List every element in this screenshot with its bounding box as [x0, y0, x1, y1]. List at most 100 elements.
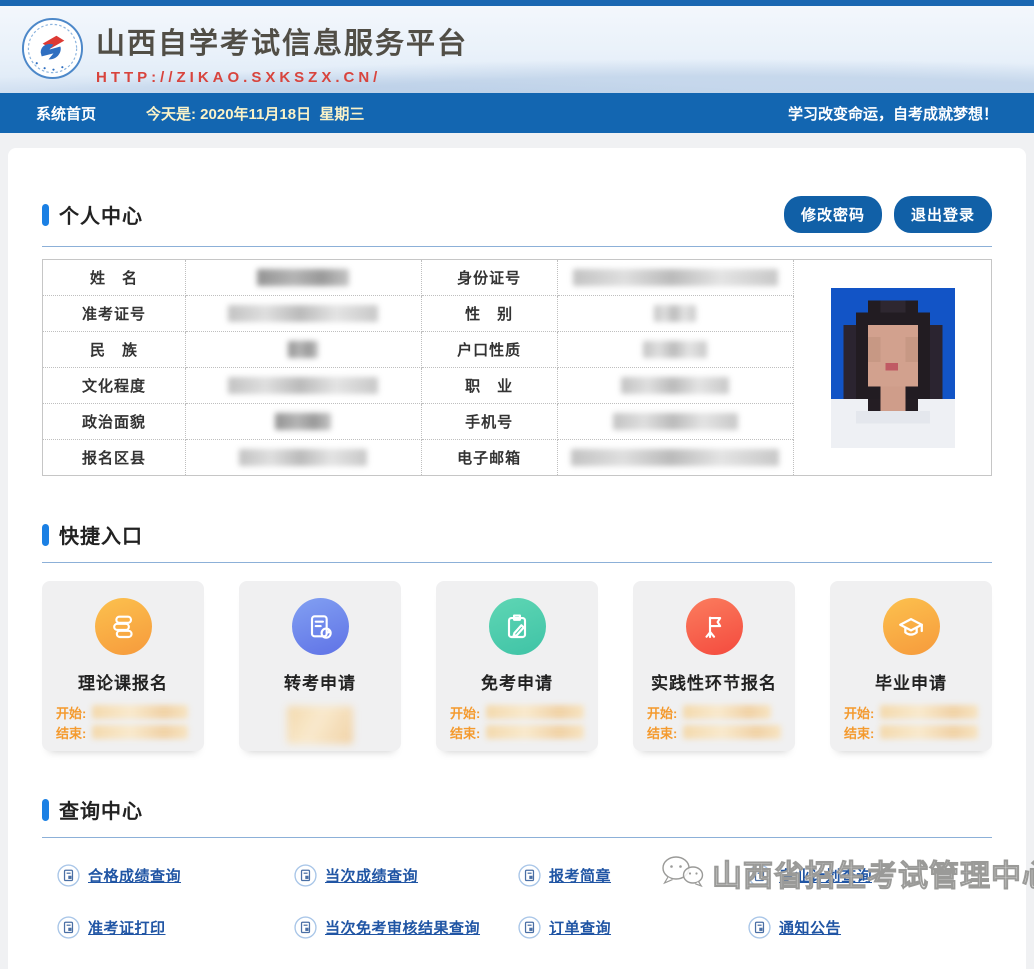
header: 山西自学考试信息服务平台 HTTP://ZIKAO.SXKSZX.CN/ [0, 6, 1034, 93]
field-value [185, 331, 422, 368]
card-exemption-application[interactable]: 免考申请 开始: 结束: [436, 581, 598, 751]
field-value [185, 367, 422, 404]
link-exam-guide[interactable]: 报考简章 [518, 864, 748, 887]
section-divider [42, 837, 992, 838]
change-password-button[interactable]: 修改密码 [783, 196, 882, 233]
card-title: 理论课报名 [78, 674, 168, 693]
section-divider [42, 246, 992, 247]
clipboard-pencil-icon [488, 598, 546, 655]
card-title: 毕业申请 [875, 674, 947, 693]
quick-entry-cards: 理论课报名 开始: 结束: 转考申请 免考申请 开始: 结束: 实践性环节报名 … [42, 581, 992, 751]
card-title: 实践性环节报名 [651, 674, 777, 693]
link-admission-ticket-print[interactable]: 准考证打印 [57, 916, 294, 939]
site-url: HTTP://ZIKAO.SXKSZX.CN/ [96, 69, 382, 86]
field-value [185, 439, 422, 476]
card-title: 免考申请 [481, 674, 553, 693]
nav-slogan: 学习改变命运，自考成就梦想！ [787, 105, 998, 123]
field-label: 身份证号 [420, 259, 558, 296]
field-label: 政治面貌 [41, 403, 187, 440]
flag-icon [685, 598, 743, 655]
query-links: 合格成绩查询 当次成绩查询 报考简章 专业计划查询 准考证打印 当次免考审核结果… [42, 864, 992, 939]
field-label: 户口性质 [420, 331, 558, 368]
profile-photo [830, 287, 955, 448]
card-practical-session-registration[interactable]: 实践性环节报名 开始: 结束: [633, 581, 795, 751]
field-label: 手机号 [420, 403, 558, 440]
field-value [556, 259, 795, 296]
section-divider [42, 562, 992, 563]
end-label: 结束: [56, 725, 87, 741]
page: { "header": { "title": "山西自学考试信息服务平台", "… [0, 0, 1034, 969]
redacted-date [880, 725, 978, 739]
field-label: 文化程度 [41, 367, 187, 404]
personal-center-header: 个人中心 修改密码 退出登录 [42, 148, 992, 233]
field-value [556, 331, 795, 368]
document-badge-icon [748, 864, 771, 887]
content-card: 个人中心 修改密码 退出登录 姓 名 身份证号 准考证号 性 别 民 族 户口性… [8, 148, 1026, 969]
document-badge-icon [294, 916, 317, 939]
field-value [185, 259, 422, 296]
card-title: 转考申请 [284, 674, 356, 693]
platform-logo [21, 17, 84, 80]
link-label[interactable]: 当次成绩查询 [325, 865, 418, 886]
document-badge-icon [294, 864, 317, 887]
link-label[interactable]: 当次免考审核结果查询 [325, 917, 480, 938]
query-center-title: 查询中心 [59, 801, 143, 823]
document-badge-icon [57, 864, 80, 887]
document-refresh-icon [291, 598, 349, 655]
quick-entry-header: 快捷入口 [42, 476, 992, 549]
field-value [556, 403, 795, 440]
field-value [556, 295, 795, 332]
card-graduation-application[interactable]: 毕业申请 开始: 结束: [830, 581, 992, 751]
card-transfer-application[interactable]: 转考申请 [239, 581, 401, 751]
field-label: 准考证号 [41, 295, 187, 332]
document-badge-icon [518, 864, 541, 887]
redacted-date [683, 705, 771, 719]
personal-center-title: 个人中心 [59, 206, 143, 228]
redacted-date [486, 725, 584, 739]
navbar: 系统首页 今天是: 2020年11月18日 星期三 学习改变命运，自考成就梦想！ [0, 93, 1034, 133]
redacted-date [287, 706, 353, 744]
link-label[interactable]: 专业计划查询 [779, 865, 872, 886]
nav-home-link[interactable]: 系统首页 [36, 103, 96, 124]
field-value [185, 295, 422, 332]
redacted-date [880, 705, 978, 719]
section-accent-bar [42, 798, 49, 821]
link-current-score-query[interactable]: 当次成绩查询 [294, 864, 518, 887]
section-accent-bar [42, 523, 49, 546]
photo-cell [793, 259, 992, 476]
field-value [556, 439, 795, 476]
link-exemption-review-result-query[interactable]: 当次免考审核结果查询 [294, 916, 518, 939]
redacted-date [92, 725, 188, 739]
field-label: 报名区县 [41, 439, 187, 476]
field-label: 性 别 [420, 295, 558, 332]
link-qualified-score-query[interactable]: 合格成绩查询 [57, 864, 294, 887]
card-theory-course-registration[interactable]: 理论课报名 开始: 结束: [42, 581, 204, 751]
link-label[interactable]: 报考简章 [549, 865, 611, 886]
start-label: 开始: [844, 705, 875, 721]
document-badge-icon [518, 916, 541, 939]
start-label: 开始: [450, 705, 481, 721]
logout-button[interactable]: 退出登录 [893, 196, 992, 233]
field-label: 姓 名 [41, 259, 187, 296]
link-order-query[interactable]: 订单查询 [518, 916, 748, 939]
link-label[interactable]: 准考证打印 [88, 917, 166, 938]
link-major-plan-query[interactable]: 专业计划查询 [748, 864, 992, 887]
link-label[interactable]: 订单查询 [549, 917, 611, 938]
end-label: 结束: [844, 725, 875, 741]
end-label: 结束: [450, 725, 481, 741]
table-row: 姓 名 身份证号 [41, 259, 992, 476]
link-notices[interactable]: 通知公告 [748, 916, 992, 939]
link-label[interactable]: 通知公告 [779, 917, 841, 938]
nav-date: 今天是: 2020年11月18日 星期三 [146, 105, 365, 123]
field-label: 民 族 [41, 331, 187, 368]
link-label[interactable]: 合格成绩查询 [88, 865, 181, 886]
profile-table: 姓 名 身份证号 准考证号 性 别 民 族 户口性质 文化程度 职 业 政治面貌… [41, 259, 992, 476]
field-value [556, 367, 795, 404]
start-label: 开始: [56, 705, 87, 721]
site-title: 山西自学考试信息服务平台 [96, 28, 469, 60]
document-badge-icon [748, 916, 771, 939]
field-value [185, 403, 422, 440]
redacted-date [92, 705, 188, 719]
query-center-header: 查询中心 [42, 751, 992, 824]
field-label: 电子邮箱 [420, 439, 558, 476]
